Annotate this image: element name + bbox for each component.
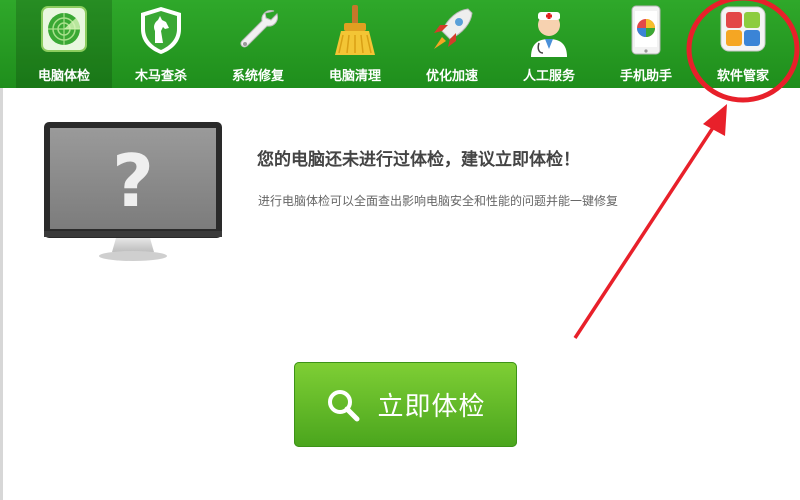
tab-computer-checkup[interactable]: 电脑体检 bbox=[16, 0, 112, 88]
wrench-icon bbox=[240, 10, 278, 48]
arrow-annotation-head bbox=[703, 104, 727, 136]
tab-label: 电脑体检 bbox=[37, 69, 90, 84]
window-left-edge bbox=[0, 88, 3, 500]
software-grid-icon bbox=[720, 6, 766, 52]
tab-trojan-scan[interactable]: 木马查杀 bbox=[113, 0, 209, 88]
tab-label: 系统修复 bbox=[231, 69, 284, 84]
tab-label: 手机助手 bbox=[619, 69, 672, 84]
broom-icon bbox=[335, 5, 375, 55]
tab-label: 木马查杀 bbox=[134, 69, 187, 84]
doctor-icon bbox=[531, 12, 567, 57]
tab-software-manager[interactable]: 软件管家 bbox=[695, 0, 791, 88]
svg-text:?: ? bbox=[112, 139, 154, 223]
search-icon bbox=[328, 389, 360, 421]
tab-manual-service[interactable]: 人工服务 bbox=[501, 0, 597, 88]
tab-system-repair[interactable]: 系统修复 bbox=[210, 0, 306, 88]
arrow-annotation-shaft bbox=[573, 119, 720, 339]
horse-shield-icon bbox=[141, 7, 181, 54]
phone-icon bbox=[631, 5, 661, 55]
start-checkup-label: 立即体检 bbox=[377, 392, 486, 422]
tab-phone-assistant[interactable]: 手机助手 bbox=[598, 0, 694, 88]
main-toolbar: 电脑体检 木马查杀 系统修复 电脑清理 优化加速 人工服务 手机助手 软件管家 bbox=[0, 0, 800, 88]
checkup-description: 进行电脑体检可以全面查出影响电脑安全和性能的问题并能一键修复 bbox=[258, 194, 619, 208]
tab-label: 优化加速 bbox=[425, 69, 478, 84]
monitor-question-icon: ? bbox=[44, 122, 222, 261]
tab-label: 人工服务 bbox=[522, 69, 575, 84]
checkup-heading: 您的电脑还未进行过体检，建议立即体检！ bbox=[257, 150, 580, 170]
tab-computer-cleanup[interactable]: 电脑清理 bbox=[307, 0, 403, 88]
tab-label: 软件管家 bbox=[716, 69, 769, 84]
tab-label: 电脑清理 bbox=[328, 69, 381, 84]
rocket-icon bbox=[434, 8, 473, 49]
start-checkup-button[interactable]: 立即体检 bbox=[294, 362, 517, 447]
tab-optimize-speedup[interactable]: 优化加速 bbox=[404, 0, 500, 88]
radar-scan-icon bbox=[41, 6, 87, 52]
